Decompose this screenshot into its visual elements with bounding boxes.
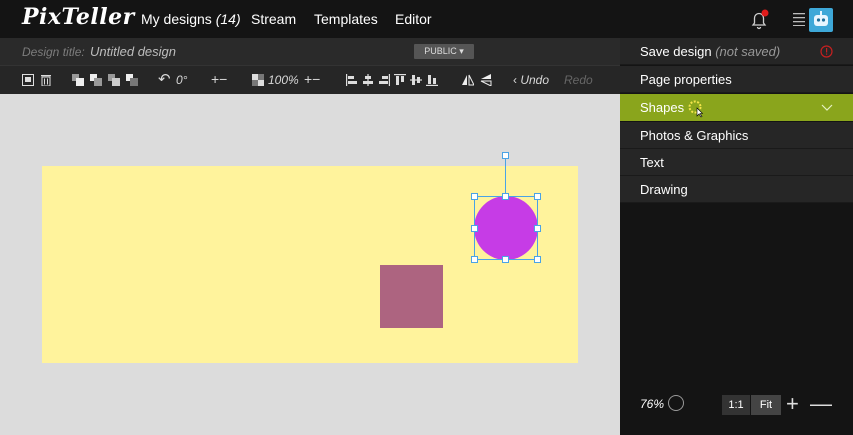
send-backward-icon[interactable] [108,74,120,86]
nav-my-designs-count: (14) [215,11,241,27]
save-status: (not saved) [715,44,781,59]
design-title-label: Design title: [22,45,85,59]
menu-icon[interactable] [793,12,805,26]
zoom-magnifier-icon[interactable] [668,395,684,411]
undo-label: Undo [520,73,550,87]
unsaved-warning-icon [820,45,833,58]
resize-handle-top-right[interactable] [534,193,541,200]
resize-handle-top[interactable] [502,193,509,200]
zoom-in-icon[interactable]: + [786,393,799,415]
rotation-value[interactable]: 0° [176,73,187,87]
flip-vertical-icon[interactable] [480,74,492,86]
zoom-1-to-1-button[interactable]: 1:1 [722,395,750,415]
redo-button[interactable]: Redo [564,73,593,87]
nav-templates[interactable]: Templates [314,11,378,27]
nav-my-designs[interactable]: My designs (14) [141,11,241,27]
align-left-icon[interactable] [346,74,358,86]
loading-spinner-icon [688,100,704,118]
opacity-plus-minus[interactable]: +− [304,71,320,87]
resize-handle-right[interactable] [534,225,541,232]
nav-stream[interactable]: Stream [251,11,296,27]
square-shape[interactable] [380,265,443,328]
resize-handle-bottom-left[interactable] [471,256,478,263]
editor-toolbar: ↶ 0° +− 100% +− ‹ Undo Redo [0,65,620,95]
robot-avatar-icon [814,11,828,26]
visibility-dropdown[interactable]: PUBLIC ▾ [414,44,474,59]
duplicate-icon[interactable] [22,74,34,86]
undo-button[interactable]: ‹ Undo [513,73,549,87]
align-middle-icon[interactable] [410,74,422,86]
zoom-out-icon[interactable]: — [810,393,832,415]
resize-handle-left[interactable] [471,225,478,232]
user-avatar[interactable] [809,8,833,32]
rotation-handle-line [505,156,506,196]
resize-handle-top-left[interactable] [471,193,478,200]
save-design-label: Save design [640,44,712,59]
bring-to-front-icon[interactable] [72,74,84,86]
trash-icon[interactable] [40,74,52,86]
rotate-icon[interactable]: ↶ [158,70,171,88]
bring-forward-icon[interactable] [90,74,102,86]
align-bottom-icon[interactable] [426,74,438,86]
drawing-item[interactable]: Drawing [620,176,853,203]
rotation-plus-minus[interactable]: +− [211,71,227,87]
page-properties-item[interactable]: Page properties [620,66,853,93]
align-top-icon[interactable] [394,74,406,86]
shapes-label: Shapes [640,100,685,115]
visibility-label: PUBLIC [424,46,457,56]
zoom-value: 76% [640,397,665,411]
side-panel: Save design (not saved) Page properties … [620,38,853,435]
chevron-down-icon [821,104,833,111]
shapes-item[interactable]: Shapes [620,94,853,121]
top-bar: PixTeller My designs (14) Stream Templat… [0,0,853,38]
text-item[interactable]: Text [620,149,853,176]
opacity-value[interactable]: 100% [268,73,299,87]
nav-editor[interactable]: Editor [395,11,432,27]
rotation-handle[interactable] [502,152,509,159]
notification-bell-icon[interactable] [747,8,771,32]
design-title-bar: Design title: Untitled design PUBLIC ▾ [0,38,620,65]
photos-graphics-item[interactable]: Photos & Graphics [620,122,853,149]
design-title-input[interactable]: Untitled design [90,44,176,59]
resize-handle-bottom[interactable] [502,256,509,263]
resize-handle-bottom-right[interactable] [534,256,541,263]
align-center-icon[interactable] [362,74,374,86]
pixteller-logo[interactable]: PixTeller [22,4,135,30]
chevron-left-icon: ‹ [513,73,517,87]
opacity-icon [252,74,264,86]
chevron-down-icon: ▾ [459,46,464,56]
align-right-icon[interactable] [378,74,390,86]
send-to-back-icon[interactable] [126,74,138,86]
zoom-fit-button[interactable]: Fit [751,395,781,415]
nav-my-designs-label: My designs [141,11,212,27]
selection-box [474,196,538,260]
flip-horizontal-icon[interactable] [462,74,474,86]
save-design-button[interactable]: Save design (not saved) [620,38,853,65]
